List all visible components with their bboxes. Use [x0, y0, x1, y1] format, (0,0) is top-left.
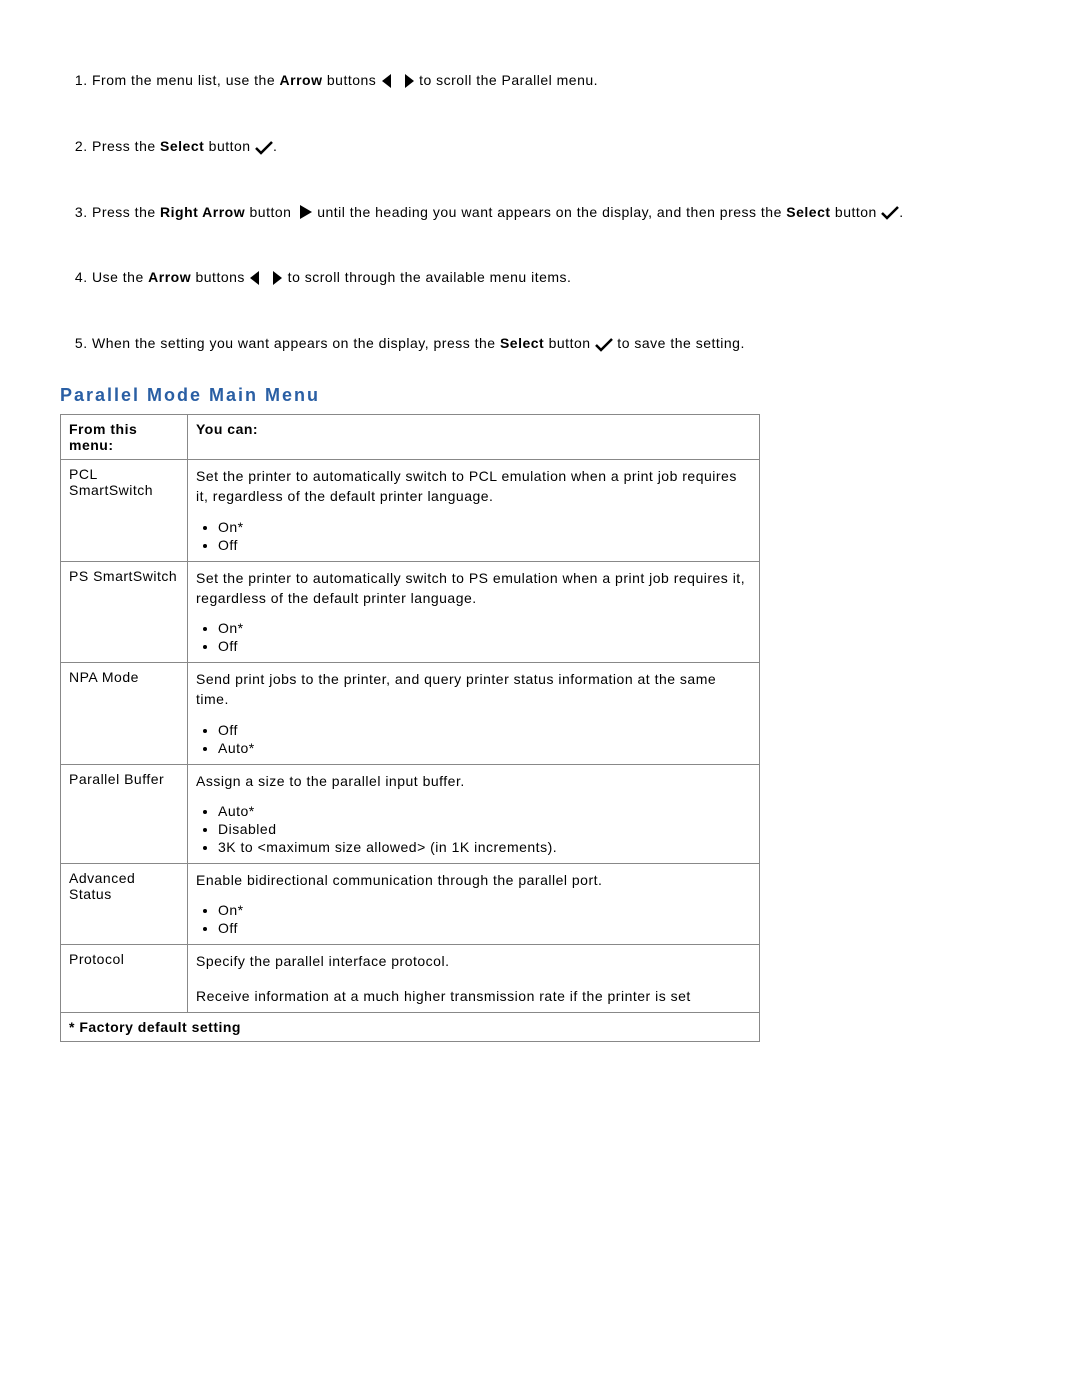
menu-name-cell: Parallel Buffer: [61, 764, 188, 863]
menu-desc: Enable bidirectional communication throu…: [196, 870, 751, 890]
table-head-a: From this menu:: [61, 414, 188, 459]
step-3-post: until the heading you want appears on th…: [313, 204, 786, 220]
option-list: Off Auto*: [218, 722, 751, 756]
step-2-post: .: [273, 138, 277, 154]
menu-desc: Specify the parallel interface protocol.: [196, 951, 751, 971]
menu-desc-cell: Set the printer to automatically switch …: [188, 561, 760, 663]
step-1-pre: From the menu list, use the: [92, 72, 280, 88]
menu-desc-cell: Enable bidirectional communication throu…: [188, 864, 760, 945]
step-1-post: to scroll the Parallel menu.: [415, 72, 598, 88]
menu-desc: Set the printer to automatically switch …: [196, 466, 751, 507]
table-footnote: * Factory default setting: [61, 1012, 760, 1041]
step-3-bold2: Select: [786, 204, 830, 220]
option-item: On*: [218, 620, 751, 636]
option-list: Auto* Disabled 3K to <maximum size allowed…: [218, 803, 751, 855]
option-item: Auto*: [218, 740, 751, 756]
step-5-mid: button: [544, 335, 595, 351]
option-item: Auto*: [218, 803, 751, 819]
arrows-icon: [381, 71, 415, 92]
step-3: Press the Right Arrow button until the h…: [92, 202, 1020, 224]
step-3-mid: button: [245, 204, 296, 220]
page: From the menu list, use the Arrow button…: [0, 0, 1080, 1397]
step-5: When the setting you want appears on the…: [92, 333, 1020, 355]
option-item: On*: [218, 519, 751, 535]
menu-name-cell: PCL SmartSwitch: [61, 459, 188, 561]
option-item: Off: [218, 638, 751, 654]
option-list: On* Off: [218, 519, 751, 553]
menu-desc-cell: Send print jobs to the printer, and quer…: [188, 663, 760, 765]
table-row: PS SmartSwitchSet the printer to automat…: [61, 561, 760, 663]
option-item: Off: [218, 537, 751, 553]
right-arrow-icon: [296, 202, 313, 223]
step-3-pre: Press the: [92, 204, 160, 220]
step-1-bold: Arrow: [280, 72, 323, 88]
step-3-post2: .: [899, 204, 903, 220]
step-3-bold: Right Arrow: [160, 204, 245, 220]
section-title: Parallel Mode Main Menu: [60, 385, 1020, 408]
option-item: Disabled: [218, 821, 751, 837]
menu-name-cell: Protocol: [61, 945, 188, 1013]
menu-desc-cell: Specify the parallel interface protocol.…: [188, 945, 760, 1013]
menu-name-cell: PS SmartSwitch: [61, 561, 188, 663]
table-footnote-row: * Factory default setting: [61, 1012, 760, 1041]
table-row: NPA ModeSend print jobs to the printer, …: [61, 663, 760, 765]
check-icon: [595, 334, 613, 355]
step-2-bold: Select: [160, 138, 204, 154]
step-2-mid: button: [204, 138, 255, 154]
option-item: Off: [218, 722, 751, 738]
step-5-pre: When the setting you want appears on the…: [92, 335, 500, 351]
menu-table: From this menu: You can: PCL SmartSwitch…: [60, 414, 760, 1042]
instruction-list: From the menu list, use the Arrow button…: [60, 70, 1020, 355]
menu-desc-cell: Set the printer to automatically switch …: [188, 459, 760, 561]
menu-desc: Assign a size to the parallel input buff…: [196, 771, 751, 791]
option-item: On*: [218, 902, 751, 918]
option-list: On* Off: [218, 620, 751, 654]
option-list: On* Off: [218, 902, 751, 936]
step-2-pre: Press the: [92, 138, 160, 154]
table-row: Advanced Status Enable bidirectional comm…: [61, 864, 760, 945]
menu-desc: Set the printer to automatically switch …: [196, 568, 751, 609]
step-3-mid2: button: [831, 204, 882, 220]
table-head-row: From this menu: You can:: [61, 414, 760, 459]
menu-desc: Send print jobs to the printer, and quer…: [196, 669, 751, 710]
menu-desc-extra: Receive information at a much higher tra…: [196, 986, 751, 1006]
menu-name-cell: Advanced Status: [61, 864, 188, 945]
check-icon: [881, 202, 899, 223]
step-5-bold: Select: [500, 335, 544, 351]
step-2: Press the Select button .: [92, 136, 1020, 158]
step-1-mid: buttons: [322, 72, 380, 88]
table-row: ProtocolSpecify the parallel interface p…: [61, 945, 760, 1013]
option-item: 3K to <maximum size allowed> (in 1K incr…: [218, 839, 751, 855]
step-4-post: to scroll through the available menu ite…: [283, 269, 571, 285]
step-4-mid: buttons: [191, 269, 249, 285]
check-icon: [255, 137, 273, 158]
arrows-icon: [249, 268, 283, 289]
table-row: PCL SmartSwitchSet the printer to automa…: [61, 459, 760, 561]
menu-desc-cell: Assign a size to the parallel input buff…: [188, 764, 760, 863]
step-1: From the menu list, use the Arrow button…: [92, 70, 1020, 92]
step-4-pre: Use the: [92, 269, 148, 285]
table-row: Parallel Buffer Assign a size to the para…: [61, 764, 760, 863]
step-4-bold: Arrow: [148, 269, 191, 285]
menu-name-cell: NPA Mode: [61, 663, 188, 765]
option-item: Off: [218, 920, 751, 936]
table-head-b: You can:: [188, 414, 760, 459]
step-5-post: to save the setting.: [613, 335, 745, 351]
step-4: Use the Arrow buttons to scroll through …: [92, 267, 1020, 289]
